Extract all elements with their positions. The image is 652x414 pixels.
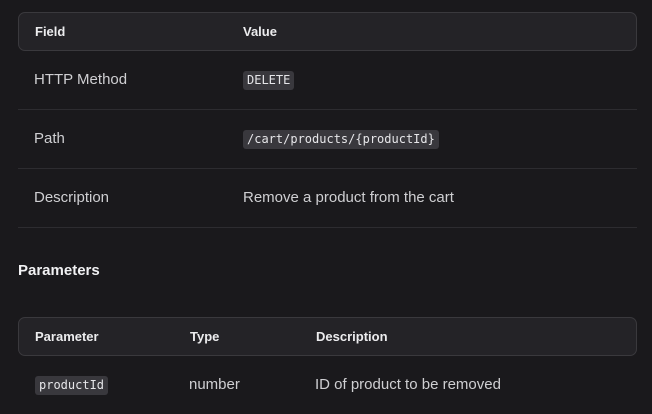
description-value: Remove a product from the cart	[243, 189, 454, 206]
field-label: Description	[34, 189, 110, 206]
field-label: Path	[34, 130, 65, 147]
header-field: Field	[35, 24, 66, 39]
field-label: HTTP Method	[34, 71, 128, 88]
parameters-heading: Parameters	[18, 262, 100, 279]
table-row: Description Remove a product from the ca…	[18, 169, 637, 228]
header-description: Description	[316, 329, 388, 344]
header-value: Value	[243, 24, 277, 39]
table-row: HTTP Method DELETE	[18, 51, 637, 110]
parameters-table: Parameter Type Description productId num…	[18, 317, 637, 414]
http-method-badge: DELETE	[243, 70, 295, 90]
table-row: Path /cart/products/{productId}	[18, 110, 637, 169]
info-table-header: Field Value	[18, 12, 637, 51]
table-row: productId number ID of product to be rem…	[18, 356, 637, 414]
value-cell: /cart/products/{productId}	[243, 110, 439, 168]
endpoint-info-table: Field Value HTTP Method DELETE Path /car…	[18, 12, 637, 228]
header-parameter: Parameter	[35, 329, 99, 344]
value-cell: DELETE	[243, 51, 295, 109]
parameter-description: ID of product to be removed	[315, 376, 501, 393]
parameter-type: number	[189, 376, 240, 393]
api-endpoint-details: Field Value HTTP Method DELETE Path /car…	[0, 0, 652, 414]
parameter-name-badge: productId	[35, 375, 109, 395]
params-table-header: Parameter Type Description	[18, 317, 637, 356]
path-badge: /cart/products/{productId}	[243, 129, 439, 149]
parameter-cell: productId	[35, 356, 109, 414]
header-type: Type	[190, 329, 220, 344]
